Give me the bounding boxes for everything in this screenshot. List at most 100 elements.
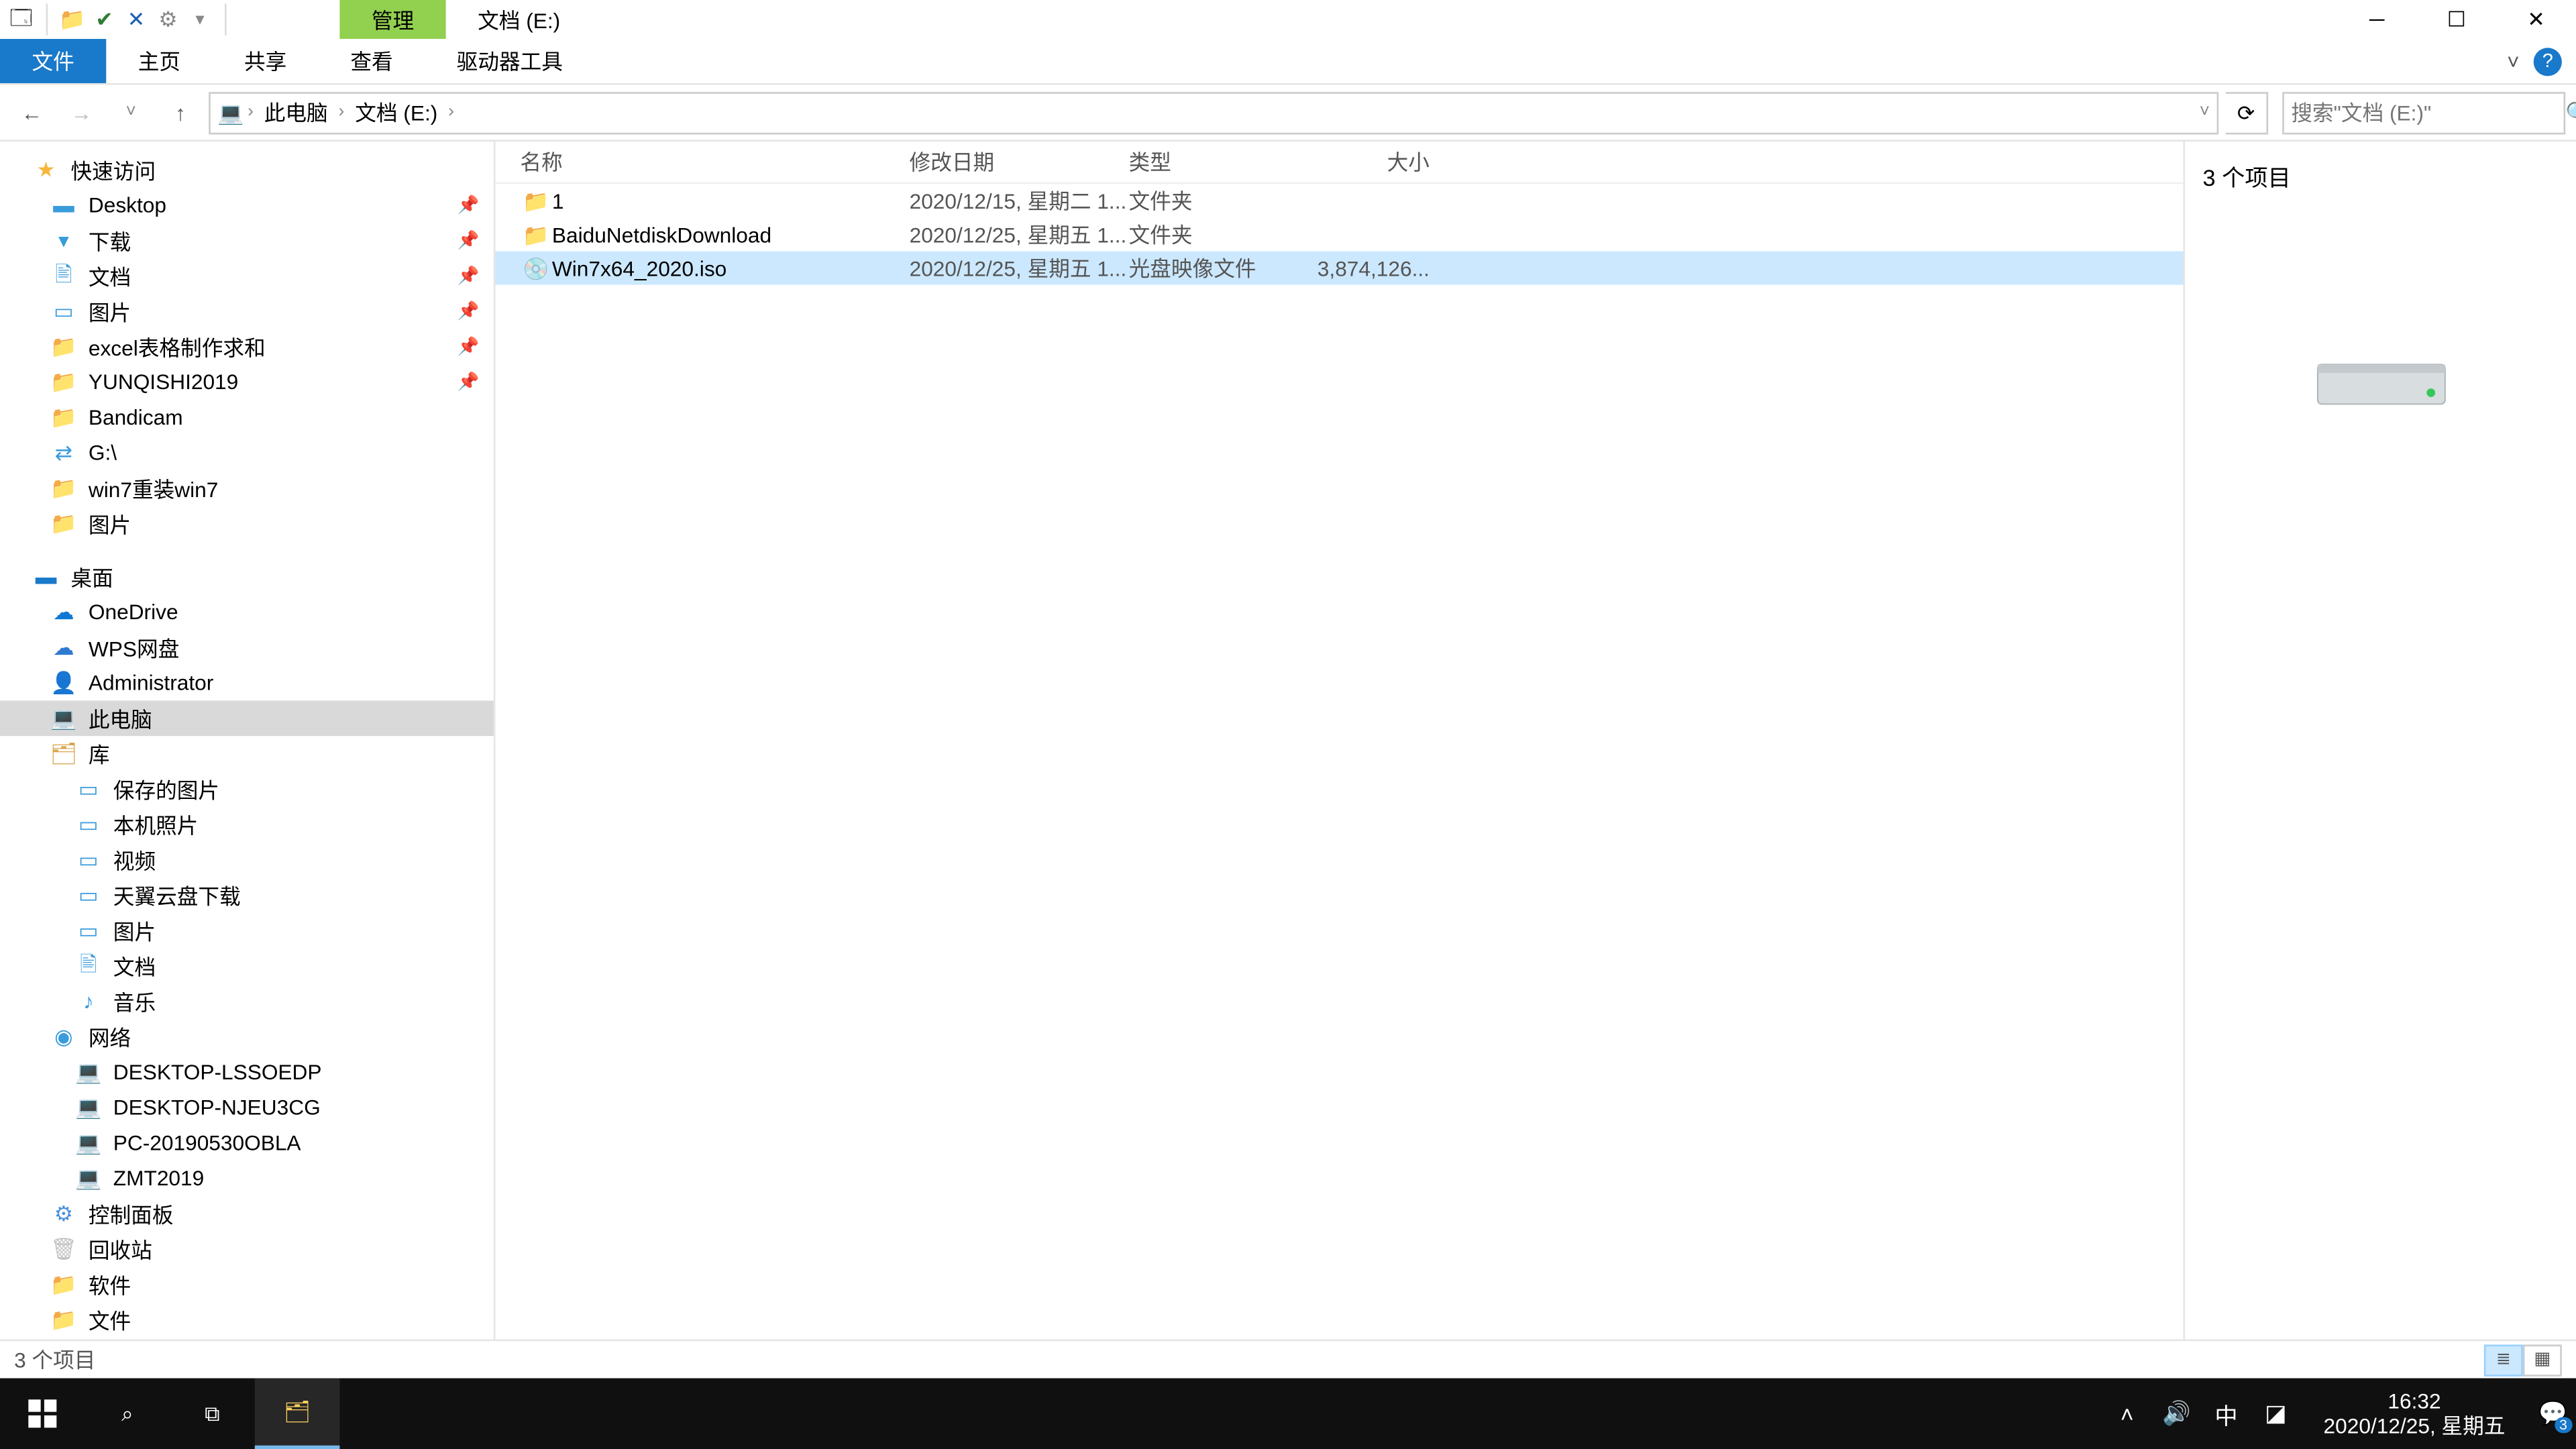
details-view-button[interactable]: ≣ xyxy=(2484,1344,2523,1375)
up-button[interactable]: ↑ xyxy=(159,91,201,133)
tray-app-icon[interactable]: ◪ xyxy=(2260,1398,2292,1430)
tree-item[interactable]: 💻PC-20190530OBLA xyxy=(0,1125,494,1161)
ribbon-tab-drive-tools[interactable]: 驱动器工具 xyxy=(425,39,594,83)
ime-indicator[interactable]: 中 xyxy=(2210,1398,2242,1430)
tree-item[interactable]: 💻此电脑 xyxy=(0,700,494,736)
item-count-label: 3 个项目 xyxy=(2203,159,2291,193)
close-button[interactable]: ✕ xyxy=(2496,0,2576,39)
star-icon: ★ xyxy=(32,156,60,184)
forward-button[interactable]: → xyxy=(60,91,103,133)
tree-item[interactable]: 🖹文档📌 xyxy=(0,258,494,294)
search-box[interactable]: 🔍 xyxy=(2282,91,2565,133)
address-dropdown-icon[interactable]: ˅ xyxy=(2200,103,2210,122)
file-row[interactable]: 📁12020/12/15, 星期二 1...文件夹 xyxy=(495,184,2183,217)
tree-item-label: WPS网盘 xyxy=(89,633,179,663)
back-button[interactable]: ← xyxy=(11,91,53,133)
file-rows[interactable]: 📁12020/12/15, 星期二 1...文件夹📁BaiduNetdiskDo… xyxy=(495,184,2183,1339)
tree-item[interactable]: ▭本机照片 xyxy=(0,807,494,843)
tree-item[interactable]: 📁软件 xyxy=(0,1267,494,1302)
context-tab-manage[interactable]: 管理 xyxy=(339,0,445,39)
volume-icon[interactable]: 🔊 xyxy=(2161,1398,2192,1430)
tree-item[interactable]: 🗑回收站 xyxy=(0,1232,494,1267)
task-view-button[interactable]: ⧉ xyxy=(170,1379,255,1449)
action-center-icon[interactable]: 💬3 xyxy=(2537,1398,2569,1430)
taskbar[interactable]: ⌕ ⧉ 🗂 ˄ 🔊 中 ◪ 16:32 2020/12/25, 星期五 💬3 xyxy=(0,1379,2576,1449)
help-icon[interactable]: ? xyxy=(2534,47,2562,75)
tree-item[interactable]: ☁WPS网盘 xyxy=(0,630,494,665)
start-button[interactable] xyxy=(0,1379,85,1449)
breadcrumb-this-pc[interactable]: 此电脑 xyxy=(257,97,335,127)
tree-item[interactable]: ⚙控制面板 xyxy=(0,1196,494,1232)
tree-item-icon: 🗑 xyxy=(50,1235,78,1263)
column-header-date[interactable]: 修改日期 xyxy=(910,147,1129,177)
minimize-button[interactable]: ─ xyxy=(2337,0,2417,39)
tree-item[interactable]: ▭保存的图片 xyxy=(0,771,494,807)
clock[interactable]: 16:32 2020/12/25, 星期五 xyxy=(2309,1388,2519,1439)
tree-item[interactable]: ⇄G:\ xyxy=(0,435,494,471)
search-icon[interactable]: 🔍 xyxy=(2565,100,2576,125)
file-tab[interactable]: 文件 xyxy=(0,39,106,83)
file-row[interactable]: 💿Win7x64_2020.iso2020/12/25, 星期五 1...光盘映… xyxy=(495,252,2183,285)
qat-folder-icon[interactable]: 📁 xyxy=(58,5,87,34)
refresh-button[interactable]: ⟳ xyxy=(2226,91,2268,133)
crumb-separator[interactable]: › xyxy=(248,103,254,122)
maximize-button[interactable]: ☐ xyxy=(2417,0,2497,39)
tree-item-icon: 📁 xyxy=(50,333,78,361)
qat-dropdown-icon[interactable]: ▾ xyxy=(186,5,214,34)
tree-item[interactable]: ▭图片 xyxy=(0,913,494,949)
column-header-type[interactable]: 类型 xyxy=(1129,147,1306,177)
navigation-pane[interactable]: ★ 快速访问 ▬Desktop📌▾下载📌🖹文档📌▭图片📌📁excel表格制作求和… xyxy=(0,142,495,1339)
column-header-size[interactable]: 大小 xyxy=(1305,147,1430,177)
tree-item[interactable]: 🖹文档 xyxy=(0,949,494,984)
crumb-separator[interactable]: › xyxy=(448,103,454,122)
tree-item[interactable]: ▭图片📌 xyxy=(0,294,494,329)
window-title: 文档 (E:) xyxy=(446,0,592,39)
tree-item[interactable]: 💻ZMT2019 xyxy=(0,1161,494,1196)
tree-item[interactable]: 📁YUNQISHI2019📌 xyxy=(0,364,494,400)
ribbon-tab-view[interactable]: 查看 xyxy=(319,39,425,83)
tree-item[interactable]: 💻DESKTOP-LSSOEDP xyxy=(0,1055,494,1090)
tree-item-label: Administrator xyxy=(89,671,213,696)
tree-item[interactable]: 📁图片 xyxy=(0,506,494,541)
pin-icon: 📌 xyxy=(458,195,480,215)
icons-view-button[interactable]: ▦ xyxy=(2523,1344,2562,1375)
app-icon[interactable]: 🗔 xyxy=(7,5,36,34)
tree-item[interactable]: ▭视频 xyxy=(0,842,494,877)
tree-desktop-root[interactable]: ▬ 桌面 xyxy=(0,559,494,594)
breadcrumb-current[interactable]: 文档 (E:) xyxy=(348,97,445,127)
explorer-taskbar-button[interactable]: 🗂 xyxy=(255,1379,340,1449)
ribbon-tab-share[interactable]: 共享 xyxy=(213,39,319,83)
crumb-separator[interactable]: › xyxy=(339,103,345,122)
tray-chevron-up-icon[interactable]: ˄ xyxy=(2111,1398,2143,1430)
tree-item[interactable]: ▭天翼云盘下载 xyxy=(0,877,494,913)
tree-item[interactable]: 📁excel表格制作求和📌 xyxy=(0,329,494,365)
qat-close-icon[interactable]: ✕ xyxy=(122,5,150,34)
search-input[interactable] xyxy=(2291,100,2565,125)
tree-item[interactable]: 💻DESKTOP-NJEU3CG xyxy=(0,1090,494,1126)
ribbon-tab-home[interactable]: 主页 xyxy=(106,39,212,83)
search-button[interactable]: ⌕ xyxy=(85,1379,170,1449)
tree-item[interactable]: 👤Administrator xyxy=(0,665,494,701)
tree-network[interactable]: ◉ 网络 xyxy=(0,1019,494,1055)
tree-item-label: 库 xyxy=(89,739,110,769)
tree-item-icon: ⇄ xyxy=(50,439,78,467)
tree-item-icon: 💻 xyxy=(74,1129,103,1157)
tree-item[interactable]: 🗂库 xyxy=(0,736,494,771)
tree-item[interactable]: ▾下载📌 xyxy=(0,223,494,258)
recent-locations-button[interactable]: ˅ xyxy=(110,91,152,133)
tree-item-icon: 🖹 xyxy=(74,952,103,980)
tree-item[interactable]: 📁文件 xyxy=(0,1302,494,1338)
qat-check-icon[interactable]: ✔ xyxy=(91,5,119,34)
column-header-name[interactable]: 名称 xyxy=(520,147,909,177)
tree-item[interactable]: ▬Desktop📌 xyxy=(0,188,494,223)
clock-date: 2020/12/25, 星期五 xyxy=(2324,1413,2506,1439)
tree-item[interactable]: 📁win7重装win7 xyxy=(0,471,494,506)
tree-item[interactable]: ☁OneDrive xyxy=(0,594,494,630)
ribbon-expand-icon[interactable]: ˅ xyxy=(2507,49,2520,74)
file-row[interactable]: 📁BaiduNetdiskDownload2020/12/25, 星期五 1..… xyxy=(495,217,2183,251)
tree-item[interactable]: ♪音乐 xyxy=(0,983,494,1019)
qat-gear-icon[interactable]: ⚙ xyxy=(154,5,182,34)
tree-item[interactable]: 📁Bandicam xyxy=(0,400,494,435)
tree-quick-access[interactable]: ★ 快速访问 xyxy=(0,152,494,188)
address-bar[interactable]: 💻 › 此电脑 › 文档 (E:) › ˅ xyxy=(209,91,2218,133)
